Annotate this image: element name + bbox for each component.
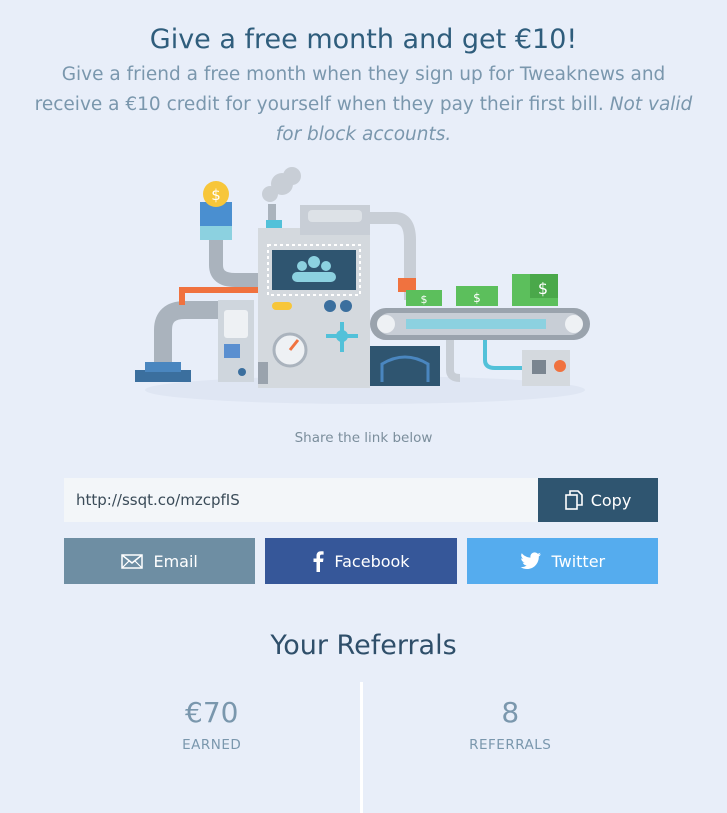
earned-stat: €70 EARNED bbox=[64, 682, 360, 813]
coin-symbol: $ bbox=[211, 186, 221, 204]
money-machine-illustration: $ $ $ $ bbox=[135, 167, 590, 404]
facebook-share-button[interactable]: Facebook bbox=[265, 538, 457, 584]
description-text: Give a friend a free month when they sig… bbox=[34, 64, 666, 115]
copy-button-label: Copy bbox=[590, 490, 632, 510]
share-link-input[interactable] bbox=[64, 478, 538, 522]
email-share-label: Email bbox=[153, 551, 198, 571]
referrals-count-value: 8 bbox=[501, 696, 520, 729]
copy-button[interactable]: Copy bbox=[538, 478, 658, 522]
earned-value: €70 bbox=[185, 696, 239, 729]
svg-text:$: $ bbox=[538, 279, 548, 298]
twitter-share-button[interactable]: Twitter bbox=[466, 538, 658, 584]
referrals-count-label: REFERRALS bbox=[469, 737, 552, 753]
share-label: Share the link below bbox=[294, 430, 433, 446]
svg-text:$: $ bbox=[473, 291, 481, 305]
copy-icon bbox=[564, 490, 583, 510]
email-share-button[interactable]: Email bbox=[64, 538, 256, 584]
share-buttons: Email Facebook Twitter bbox=[64, 538, 658, 584]
envelope-icon bbox=[121, 553, 144, 569]
earned-label: EARNED bbox=[182, 737, 242, 753]
twitter-icon bbox=[519, 552, 541, 569]
share-link-row: Copy bbox=[64, 478, 658, 522]
referrals-title: Your Referrals bbox=[270, 630, 457, 661]
referrals-count-stat: 8 REFERRALS bbox=[363, 682, 659, 813]
page-description: Give a friend a free month when they sig… bbox=[30, 60, 697, 150]
page-title: Give a free month and get €10! bbox=[149, 24, 578, 55]
facebook-share-label: Facebook bbox=[334, 551, 410, 571]
twitter-share-label: Twitter bbox=[551, 551, 606, 571]
facebook-icon bbox=[313, 551, 324, 572]
referral-stats: €70 EARNED 8 REFERRALS bbox=[64, 682, 658, 813]
svg-text:$: $ bbox=[421, 293, 428, 306]
